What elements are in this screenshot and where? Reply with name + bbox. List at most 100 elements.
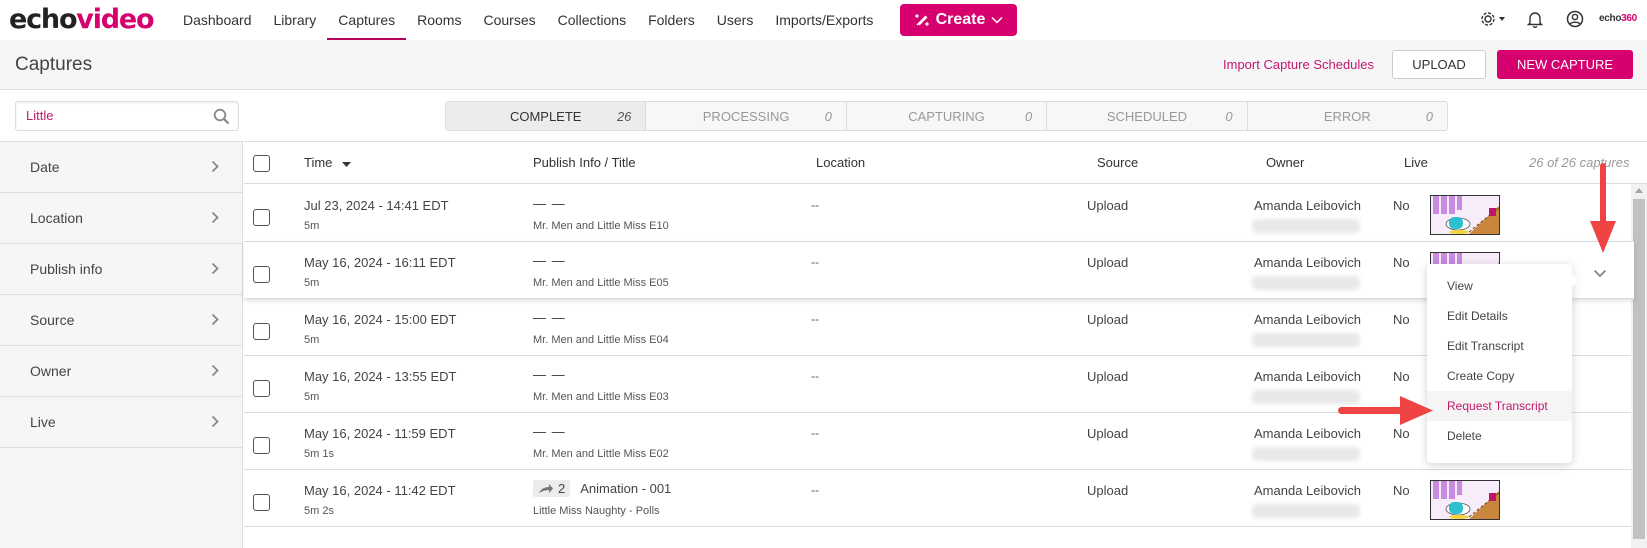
tab-scheduled[interactable]: SCHEDULED 0 bbox=[1047, 102, 1248, 130]
capture-thumbnail[interactable] bbox=[1430, 195, 1500, 235]
owner-email-redacted bbox=[1252, 276, 1360, 290]
capture-time: May 16, 2024 - 16:11 EDT bbox=[304, 255, 456, 270]
nav-captures[interactable]: Captures bbox=[327, 0, 406, 40]
bell-icon bbox=[1526, 12, 1544, 32]
row-checkbox[interactable] bbox=[253, 266, 270, 283]
column-time[interactable]: Time bbox=[304, 155, 352, 171]
menu-item-delete[interactable]: Delete bbox=[1427, 421, 1572, 451]
notifications-button[interactable] bbox=[1526, 10, 1544, 33]
select-all-checkbox[interactable] bbox=[253, 155, 270, 172]
publish-info: 2 Animation - 001 bbox=[533, 480, 671, 497]
capture-duration: 5m bbox=[304, 334, 320, 346]
capture-live: No bbox=[1393, 255, 1410, 270]
tab-count: 0 bbox=[1225, 108, 1233, 124]
column-publish-info[interactable]: Publish Info / Title bbox=[533, 155, 636, 170]
filter-label: Location bbox=[30, 210, 83, 226]
capture-owner: Amanda Leibovich bbox=[1254, 198, 1361, 213]
capture-location: -- bbox=[811, 255, 819, 269]
table-row[interactable]: Jul 23, 2024 - 14:41 EDT 5m — — Mr. Men and… bbox=[244, 185, 1634, 242]
search-icon[interactable] bbox=[213, 108, 230, 130]
capture-title[interactable]: Little Miss Naughty - Polls bbox=[533, 505, 660, 517]
capture-time: Jul 23, 2024 - 14:41 EDT bbox=[304, 198, 449, 213]
table-row[interactable]: May 16, 2024 - 11:42 EDT 5m 2s 2 Animation … bbox=[244, 470, 1634, 527]
column-location[interactable]: Location bbox=[816, 155, 865, 170]
table-row[interactable]: May 16, 2024 - 15:00 EDT 5m — — Mr. Men and… bbox=[244, 299, 1634, 356]
tab-processing[interactable]: PROCESSING 0 bbox=[646, 102, 847, 130]
nav-courses[interactable]: Courses bbox=[472, 0, 546, 40]
row-actions-menu: View Edit Details Edit Transcript Create Co… bbox=[1427, 264, 1579, 463]
table-row[interactable]: May 16, 2024 - 16:11 EDT 5m — — Mr. Men and… bbox=[244, 242, 1634, 299]
chevron-right-icon bbox=[211, 211, 219, 229]
capture-thumbnail[interactable] bbox=[1430, 480, 1500, 520]
row-checkbox[interactable] bbox=[253, 380, 270, 397]
capture-title[interactable]: Mr. Men and Little Miss E10 bbox=[533, 220, 669, 232]
filter-live[interactable]: Live bbox=[0, 397, 242, 448]
capture-owner: Amanda Leibovich bbox=[1254, 255, 1361, 270]
filter-owner[interactable]: Owner bbox=[0, 346, 242, 397]
filter-location[interactable]: Location bbox=[0, 193, 242, 244]
status-tabs: COMPLETE 26 PROCESSING 0 CAPTURING 0 SCHEDU… bbox=[445, 101, 1448, 131]
user-menu-button[interactable] bbox=[1566, 10, 1584, 33]
capture-owner: Amanda Leibovich bbox=[1254, 483, 1361, 498]
capture-time: May 16, 2024 - 15:00 EDT bbox=[304, 312, 457, 327]
tab-capturing[interactable]: CAPTURING 0 bbox=[847, 102, 1048, 130]
capture-live: No bbox=[1393, 483, 1410, 498]
create-button[interactable]: Create bbox=[900, 4, 1017, 36]
row-checkbox[interactable] bbox=[253, 323, 270, 340]
menu-item-view[interactable]: View bbox=[1427, 271, 1572, 301]
capture-source: Upload bbox=[1087, 426, 1129, 441]
capture-title[interactable]: Mr. Men and Little Miss E04 bbox=[533, 334, 669, 346]
shared-count-badge: 2 bbox=[533, 480, 571, 497]
capture-duration: 5m 1s bbox=[304, 448, 334, 460]
filter-publish-info[interactable]: Publish info bbox=[0, 244, 242, 295]
settings-menu[interactable] bbox=[1480, 10, 1508, 33]
row-checkbox[interactable] bbox=[253, 437, 270, 454]
column-live[interactable]: Live bbox=[1404, 155, 1428, 170]
column-owner[interactable]: Owner bbox=[1266, 155, 1304, 170]
nav-rooms[interactable]: Rooms bbox=[406, 0, 472, 40]
capture-source: Upload bbox=[1087, 369, 1129, 384]
chevron-right-icon bbox=[211, 262, 219, 280]
capture-title[interactable]: Mr. Men and Little Miss E02 bbox=[533, 448, 669, 460]
menu-item-request-transcript[interactable]: Request Transcript bbox=[1427, 391, 1572, 421]
capture-location: -- bbox=[811, 426, 819, 440]
capture-title[interactable]: Mr. Men and Little Miss E03 bbox=[533, 391, 669, 403]
capture-duration: 5m bbox=[304, 220, 320, 232]
nav-dashboard[interactable]: Dashboard bbox=[172, 0, 263, 40]
scroll-up-arrow[interactable] bbox=[1635, 188, 1643, 193]
capture-owner: Amanda Leibovich bbox=[1254, 312, 1361, 327]
nav-imports-exports[interactable]: Imports/Exports bbox=[764, 0, 884, 40]
scrollbar-thumb[interactable] bbox=[1633, 199, 1645, 539]
upload-button[interactable]: UPLOAD bbox=[1392, 50, 1486, 79]
menu-item-edit-details[interactable]: Edit Details bbox=[1427, 301, 1572, 331]
row-checkbox[interactable] bbox=[253, 209, 270, 226]
capture-source: Upload bbox=[1087, 255, 1129, 270]
top-nav: echovideo Dashboard Library Captures Roo… bbox=[0, 0, 1647, 40]
create-label: Create bbox=[935, 11, 986, 28]
new-capture-button[interactable]: NEW CAPTURE bbox=[1497, 50, 1633, 79]
menu-item-edit-transcript[interactable]: Edit Transcript bbox=[1427, 331, 1572, 361]
capture-duration: 5m bbox=[304, 391, 320, 403]
row-actions-toggle[interactable] bbox=[1593, 265, 1607, 283]
column-source[interactable]: Source bbox=[1097, 155, 1138, 170]
tab-complete[interactable]: COMPLETE 26 bbox=[446, 102, 647, 130]
share-arrow-icon bbox=[539, 483, 553, 493]
nav-library[interactable]: Library bbox=[263, 0, 328, 40]
tab-error[interactable]: ERROR 0 bbox=[1248, 102, 1447, 130]
search-input[interactable] bbox=[26, 108, 206, 123]
filter-label: Owner bbox=[30, 363, 72, 379]
row-checkbox[interactable] bbox=[253, 494, 270, 511]
capture-source: Upload bbox=[1087, 483, 1129, 498]
echovideo-logo[interactable]: echovideo bbox=[9, 3, 155, 37]
filter-source[interactable]: Source bbox=[0, 295, 242, 346]
scrollbar[interactable] bbox=[1631, 184, 1647, 548]
nav-collections[interactable]: Collections bbox=[547, 0, 637, 40]
page-header: Captures Import Capture Schedules UPLOAD… bbox=[0, 40, 1647, 90]
filter-date[interactable]: Date bbox=[0, 142, 242, 193]
menu-item-create-copy[interactable]: Create Copy bbox=[1427, 361, 1572, 391]
capture-title[interactable]: Mr. Men and Little Miss E05 bbox=[533, 277, 669, 289]
nav-folders[interactable]: Folders bbox=[637, 0, 706, 40]
import-capture-schedules-link[interactable]: Import Capture Schedules bbox=[1223, 57, 1374, 72]
capture-location: -- bbox=[811, 198, 819, 212]
nav-users[interactable]: Users bbox=[706, 0, 765, 40]
